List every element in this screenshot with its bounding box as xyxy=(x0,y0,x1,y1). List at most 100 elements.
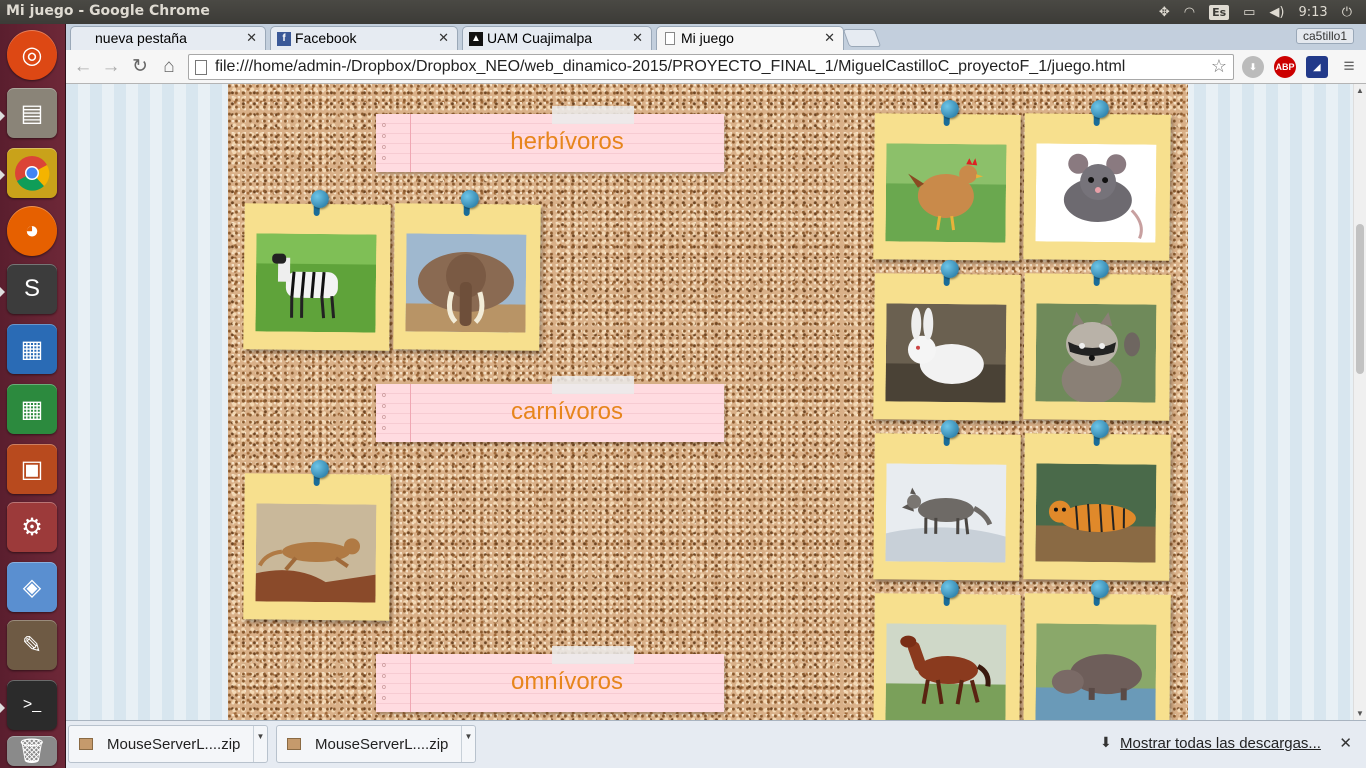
horse-image xyxy=(885,623,1007,720)
tab-new-tab[interactable]: nueva pestaña ✕ xyxy=(70,26,266,50)
page-icon xyxy=(195,60,207,75)
tab-uam[interactable]: ▲ UAM Cuajimalpa ✕ xyxy=(462,26,652,50)
url-text[interactable]: file:///home/admin-/Dropbox/Dropbox_NEO/… xyxy=(215,58,1125,76)
page-scrollbar[interactable]: ▲ ▼ xyxy=(1353,84,1366,720)
power-icon[interactable]: ⏻ xyxy=(1342,5,1352,20)
profile-button[interactable]: ca5tillo1 xyxy=(1295,28,1354,44)
ubuntu-dash-icon[interactable]: ◎ xyxy=(7,30,57,80)
browser-window: nueva pestaña ✕ f Facebook ✕ ▲ UAM Cuaji… xyxy=(66,24,1366,768)
download-item[interactable]: MouseServerL....zip ▼ xyxy=(276,725,476,763)
pin-icon xyxy=(940,579,959,599)
adblock-icon[interactable]: ABP xyxy=(1274,56,1296,78)
animal-card-zebra[interactable] xyxy=(243,189,391,351)
scroll-thumb[interactable] xyxy=(1356,224,1364,374)
animal-card-tiger[interactable] xyxy=(1023,419,1171,581)
pin-icon xyxy=(310,459,329,479)
box-icon[interactable]: ◈ xyxy=(7,562,57,612)
gimp-icon[interactable]: ✎ xyxy=(7,620,57,670)
elephant-image xyxy=(405,233,527,333)
pin-icon xyxy=(1090,259,1109,279)
tab-facebook[interactable]: f Facebook ✕ xyxy=(270,26,458,50)
uam-icon: ▲ xyxy=(469,32,483,46)
download-shelf: MouseServerL....zip ▼ MouseServerL....zi… xyxy=(66,720,1366,768)
tab-mi-juego[interactable]: Mi juego ✕ xyxy=(656,26,844,50)
wifi-icon[interactable]: ◠ xyxy=(1184,5,1195,20)
chevron-down-icon[interactable]: ▼ xyxy=(461,726,475,762)
category-label: carnívoros xyxy=(510,398,624,425)
hen-image xyxy=(885,143,1007,243)
chrome-icon[interactable] xyxy=(7,148,57,198)
animal-card-rat[interactable] xyxy=(1023,99,1171,261)
animal-card-hen[interactable] xyxy=(873,99,1021,261)
page-viewport: oooo herbívoros oooo carnívoros oooo omn… xyxy=(66,84,1353,720)
forward-button[interactable]: → xyxy=(100,56,122,78)
animal-card-puma[interactable] xyxy=(243,459,391,621)
scroll-up-icon[interactable]: ▲ xyxy=(1356,86,1364,95)
settings-icon[interactable]: ⚙ xyxy=(7,502,57,552)
battery-icon[interactable]: ▭ xyxy=(1243,5,1255,20)
tab-strip: nueva pestaña ✕ f Facebook ✕ ▲ UAM Cuaji… xyxy=(66,24,1366,50)
extension-icon[interactable]: ◢ xyxy=(1306,56,1328,78)
category-herbivoros[interactable]: oooo herbívoros xyxy=(376,106,724,172)
tiger-image xyxy=(1035,463,1157,563)
chevron-down-icon[interactable]: ▼ xyxy=(253,726,267,762)
close-icon[interactable]: ✕ xyxy=(1339,734,1352,752)
animal-card-hippopotamus[interactable] xyxy=(1023,579,1171,720)
category-carnivoros[interactable]: oooo carnívoros xyxy=(376,376,724,442)
puma-image xyxy=(255,503,377,603)
firefox-icon[interactable]: ◕ xyxy=(7,206,57,256)
keyboard-layout[interactable]: Es xyxy=(1209,4,1230,20)
reload-button[interactable]: ↻ xyxy=(129,56,151,78)
back-button[interactable]: ← xyxy=(72,56,94,78)
close-icon[interactable]: ✕ xyxy=(824,30,835,46)
top-panel: Mi juego - Google Chrome ✥ ◠ Es ▭ ◀) 9:1… xyxy=(0,0,1366,24)
raccoon-image xyxy=(1035,303,1157,403)
launcher: ◎ ▤ ◕ S ▦ ▦ ▣ ⚙ ◈ ✎ >_ 🗑 xyxy=(0,24,66,768)
pin-icon xyxy=(460,189,479,209)
calc-icon[interactable]: ▦ xyxy=(7,384,57,434)
menu-icon[interactable]: ≡ xyxy=(1338,56,1360,78)
panel-indicators: ✥ ◠ Es ▭ ◀) 9:13 ⏻ xyxy=(1159,0,1366,24)
sublime-text-icon[interactable]: S xyxy=(7,264,57,314)
blank-icon xyxy=(77,32,91,46)
animal-card-raccoon[interactable] xyxy=(1023,259,1171,421)
animal-card-rabbit[interactable] xyxy=(873,259,1021,421)
animal-card-horse[interactable] xyxy=(873,579,1021,720)
tab-label: Mi juego xyxy=(681,30,734,46)
writer-icon[interactable]: ▦ xyxy=(7,324,57,374)
impress-icon[interactable]: ▣ xyxy=(7,444,57,494)
download-item[interactable]: MouseServerL....zip ▼ xyxy=(68,725,268,763)
trash-icon[interactable]: 🗑 xyxy=(7,736,57,766)
zip-file-icon xyxy=(287,738,301,750)
pin-icon xyxy=(940,99,959,119)
scroll-down-icon[interactable]: ▼ xyxy=(1356,709,1364,718)
close-icon[interactable]: ✕ xyxy=(246,30,257,46)
download-arrow-icon: ⬇ xyxy=(1100,734,1112,750)
close-icon[interactable]: ✕ xyxy=(632,30,643,46)
category-omnivoros[interactable]: oooo omnívoros xyxy=(376,646,724,712)
animal-card-elephant[interactable] xyxy=(393,189,541,351)
pin-icon xyxy=(1090,99,1109,119)
animal-card-wolf[interactable] xyxy=(873,419,1021,581)
dropbox-icon[interactable]: ✥ xyxy=(1159,5,1170,20)
star-icon[interactable]: ☆ xyxy=(1211,56,1227,77)
page-icon xyxy=(665,32,675,45)
show-all-downloads-link[interactable]: Mostrar todas las descargas... xyxy=(1120,735,1321,752)
pin-icon xyxy=(940,259,959,279)
corkboard: oooo herbívoros oooo carnívoros oooo omn… xyxy=(228,84,1188,720)
wolf-image xyxy=(885,463,1007,563)
files-icon[interactable]: ▤ xyxy=(7,88,57,138)
download-extension-icon[interactable]: ⬇ xyxy=(1242,56,1264,78)
clock[interactable]: 9:13 xyxy=(1299,5,1328,20)
rat-image xyxy=(1035,143,1157,243)
close-icon[interactable]: ✕ xyxy=(438,30,449,46)
new-tab-button[interactable] xyxy=(842,29,882,47)
zip-file-icon xyxy=(79,738,93,750)
rabbit-image xyxy=(885,303,1007,403)
terminal-icon[interactable]: >_ xyxy=(7,680,57,730)
pin-icon xyxy=(310,189,329,209)
address-bar[interactable]: file:///home/admin-/Dropbox/Dropbox_NEO/… xyxy=(188,54,1234,80)
download-name: MouseServerL....zip xyxy=(107,736,241,753)
home-button[interactable]: ⌂ xyxy=(158,56,180,78)
volume-icon[interactable]: ◀) xyxy=(1269,5,1284,20)
